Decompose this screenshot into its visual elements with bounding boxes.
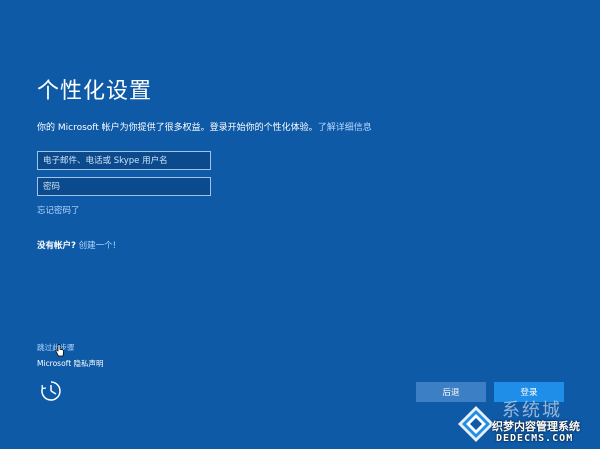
watermark: 系统城 织梦内容管理系统 DEDECMS.COM [452, 398, 600, 449]
no-account-row: 没有帐户? 创建一个! [37, 239, 116, 251]
subtitle-text: 你的 Microsoft 帐户为你提供了很多权益。登录开始你的个性化体验。 [37, 123, 318, 133]
privacy-statement-link[interactable]: Microsoft 隐私声明 [37, 358, 104, 369]
watermark-logo-icon [458, 406, 494, 442]
subtitle: 你的 Microsoft 帐户为你提供了很多权益。登录开始你的个性化体验。了解详… [37, 122, 372, 134]
create-account-link[interactable]: 创建一个! [79, 241, 116, 251]
watermark-line1: 织梦内容管理系统 [492, 420, 580, 433]
page-title: 个性化设置 [37, 79, 153, 104]
email-field[interactable] [37, 151, 211, 170]
no-account-text: 没有帐户? [37, 241, 76, 251]
learn-more-link[interactable]: 了解详细信息 [318, 123, 372, 133]
password-field[interactable] [37, 177, 211, 196]
forgot-password-link[interactable]: 忘记密码了 [37, 204, 80, 216]
hand-cursor-icon [55, 344, 64, 357]
ease-of-access-icon[interactable] [40, 380, 62, 402]
watermark-line2: DEDECMS.COM [496, 433, 574, 444]
